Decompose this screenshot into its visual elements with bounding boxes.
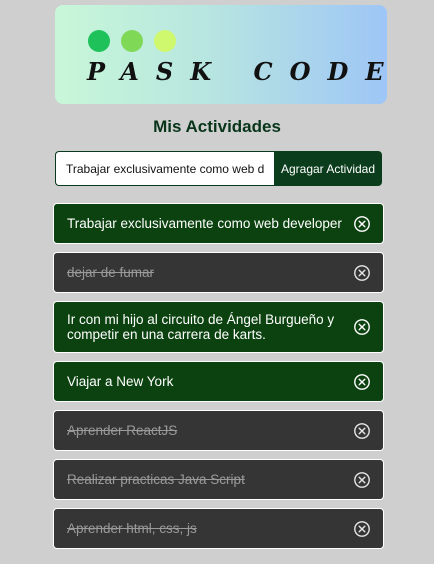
logo-dot-lime xyxy=(121,30,143,52)
task-item[interactable]: Aprender html, css, js xyxy=(53,508,384,549)
task-list: Trabajar exclusivamente como web develop… xyxy=(53,203,384,557)
task-item[interactable]: Viajar a New York xyxy=(53,361,384,402)
logo-dots xyxy=(88,30,176,52)
circle-x-icon[interactable] xyxy=(353,520,371,538)
task-text[interactable]: Aprender ReactJS xyxy=(67,423,353,438)
circle-x-icon[interactable] xyxy=(353,422,371,440)
task-item[interactable]: Ir con mi hijo al circuito de Ángel Burg… xyxy=(53,301,384,353)
task-item[interactable]: Aprender ReactJS xyxy=(53,410,384,451)
task-text[interactable]: Ir con mi hijo al circuito de Ángel Burg… xyxy=(67,312,353,342)
circle-x-icon[interactable] xyxy=(353,215,371,233)
add-task-button[interactable]: Agragar Actividad xyxy=(274,151,382,186)
circle-x-icon[interactable] xyxy=(353,471,371,489)
logo-text: PASK CODE xyxy=(87,57,387,86)
add-task-form: Agragar Actividad xyxy=(55,151,382,186)
task-text[interactable]: Aprender html, css, js xyxy=(67,521,353,536)
circle-x-icon[interactable] xyxy=(353,264,371,282)
page-title: Mis Actividades xyxy=(153,117,281,136)
task-input[interactable] xyxy=(55,151,274,186)
logo-dot-yellow xyxy=(154,30,176,52)
logo-dot-green xyxy=(88,30,110,52)
circle-x-icon[interactable] xyxy=(353,373,371,391)
circle-x-icon[interactable] xyxy=(353,318,371,336)
task-item[interactable]: Trabajar exclusivamente como web develop… xyxy=(53,203,384,244)
task-text[interactable]: Realizar practicas Java Script xyxy=(67,472,353,487)
task-text[interactable]: Trabajar exclusivamente como web develop… xyxy=(67,216,353,231)
task-item[interactable]: Realizar practicas Java Script xyxy=(53,459,384,500)
task-item[interactable]: dejar de fumar xyxy=(53,252,384,293)
task-text[interactable]: dejar de fumar xyxy=(67,265,353,280)
task-text[interactable]: Viajar a New York xyxy=(67,374,353,389)
logo-banner: PASK CODE xyxy=(55,5,387,104)
